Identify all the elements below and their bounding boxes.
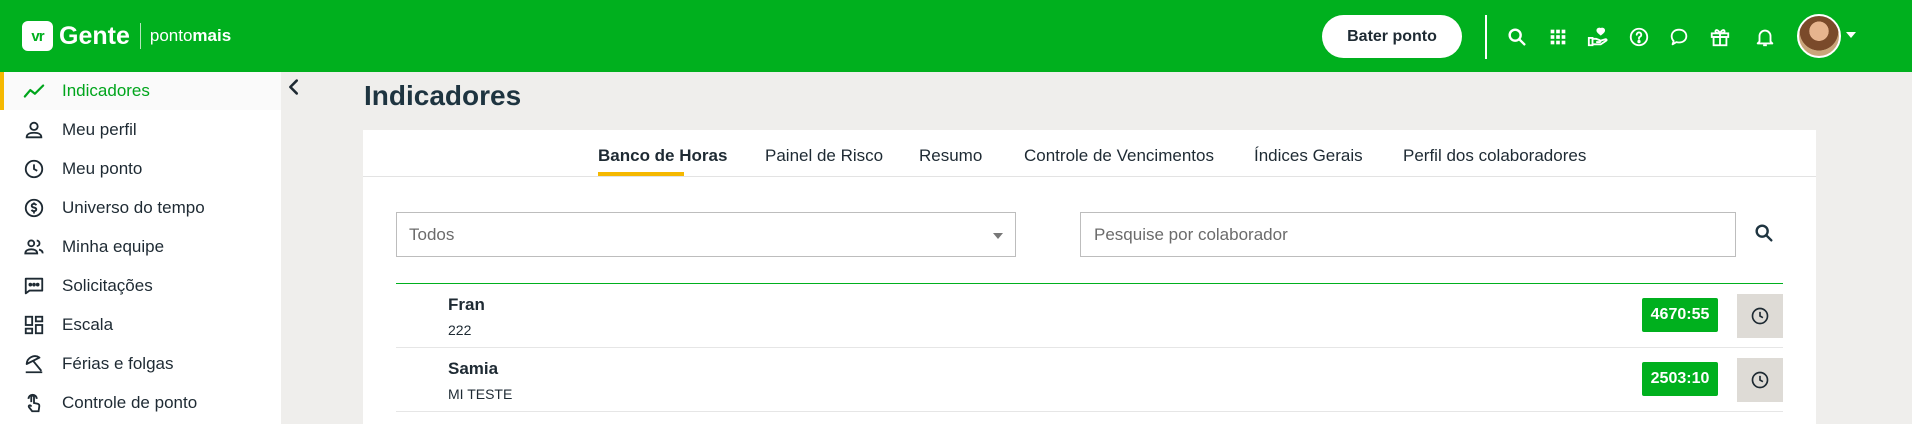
tab-banco-de-horas[interactable]: Banco de Horas [598,146,727,166]
hours-balance-badge: 4670:55 [1642,298,1718,332]
chevron-down-icon[interactable] [1846,32,1856,38]
gift-icon[interactable] [1707,24,1733,50]
collaborator-team: MI TESTE [448,386,513,402]
collapse-sidebar-button[interactable] [282,74,306,100]
logo[interactable]: vr Gente pontomais [22,20,231,52]
chat-icon[interactable] [1666,24,1692,50]
tab-perfil-dos-colaboradores[interactable]: Perfil dos colaboradores [1403,146,1586,166]
sidebar-item-escala[interactable]: Escala [0,306,281,344]
top-bar: vr Gente pontomais Bater ponto [0,0,1912,72]
sidebar-item-controle-de-ponto[interactable]: Controle de ponto [0,384,281,422]
select-value: Todos [409,224,455,244]
bell-icon[interactable] [1752,24,1778,50]
dashboard-icon [22,313,46,337]
message-dots-icon [22,274,46,298]
sidebar: Indicadores Meu perfil Meu ponto Univers… [0,72,281,424]
search-button[interactable] [1749,218,1779,248]
page-title: Indicadores [364,80,522,111]
trend-line-icon [22,79,46,103]
sidebar-item-meu-ponto[interactable]: Meu ponto [0,150,281,188]
logo-subtitle: pontomais [149,26,232,45]
beach-umbrella-icon [22,352,46,376]
sidebar-item-ferias-e-folgas[interactable]: Férias e folgas [0,345,281,383]
header-divider [1485,15,1487,59]
avatar[interactable] [1797,14,1841,58]
sidebar-item-label: Controle de ponto [62,393,198,412]
group-filter-select[interactable]: Todos [396,212,1016,257]
hand-heart-icon[interactable] [1585,24,1611,50]
sidebar-item-universo-do-tempo[interactable]: Universo do tempo [0,189,281,227]
clock-icon [22,157,46,181]
dollar-circle-icon [22,196,46,220]
sidebar-item-label: Minha equipe [62,237,165,256]
sidebar-item-label: Meu ponto [62,159,143,178]
collaborator-name: Samia [448,359,499,378]
punch-button[interactable]: Bater ponto [1322,15,1462,58]
active-tab-indicator [598,172,684,176]
tabs: Banco de Horas Painel de Risco Resumo Co… [363,130,1816,177]
help-icon[interactable] [1626,24,1652,50]
tab-resumo[interactable]: Resumo [919,146,982,166]
sidebar-item-minha-equipe[interactable]: Minha equipe [0,228,281,266]
logo-divider [139,23,141,49]
sidebar-item-solicitacoes[interactable]: Solicitações [0,267,281,305]
collaborator-team: 222 [448,322,472,338]
clock-icon [1751,371,1769,389]
sidebar-item-label: Indicadores [62,81,150,100]
history-button[interactable] [1737,294,1783,338]
sidebar-item-label: Meu perfil [62,120,137,139]
sidebar-item-label: Solicitações [62,276,153,295]
tab-indices-gerais[interactable]: Índices Gerais [1254,146,1363,166]
list-item[interactable]: Samia MI TESTE 2503:10 [396,348,1783,412]
logo-mark: vr [22,21,53,51]
tab-controle-de-vencimentos[interactable]: Controle de Vencimentos [1024,146,1214,166]
clock-icon [1751,307,1769,325]
chevron-down-icon [993,233,1003,239]
indicators-card: Banco de Horas Painel de Risco Resumo Co… [363,130,1816,424]
sidebar-item-indicadores[interactable]: Indicadores [0,72,281,110]
sidebar-item-label: Férias e folgas [62,354,174,373]
history-button[interactable] [1737,358,1783,402]
search-icon[interactable] [1504,24,1530,50]
collaborator-list: Fran 222 4670:55 Samia MI TESTE 2503:10 [396,283,1783,412]
sidebar-item-label: Escala [62,315,114,334]
collaborator-search-input[interactable] [1080,212,1736,257]
collaborator-name: Fran [448,295,485,314]
sidebar-item-meu-perfil[interactable]: Meu perfil [0,111,281,149]
person-icon [22,118,46,142]
logo-name: Gente [59,21,130,50]
apps-grid-icon[interactable] [1545,24,1571,50]
touch-hand-icon [22,391,46,415]
team-icon [22,235,46,259]
search-icon [1755,224,1773,242]
hours-balance-badge: 2503:10 [1642,362,1718,396]
list-item[interactable]: Fran 222 4670:55 [396,284,1783,348]
chevron-left-icon [289,79,299,95]
tab-painel-de-risco[interactable]: Painel de Risco [765,146,883,166]
sidebar-item-label: Universo do tempo [62,198,205,217]
